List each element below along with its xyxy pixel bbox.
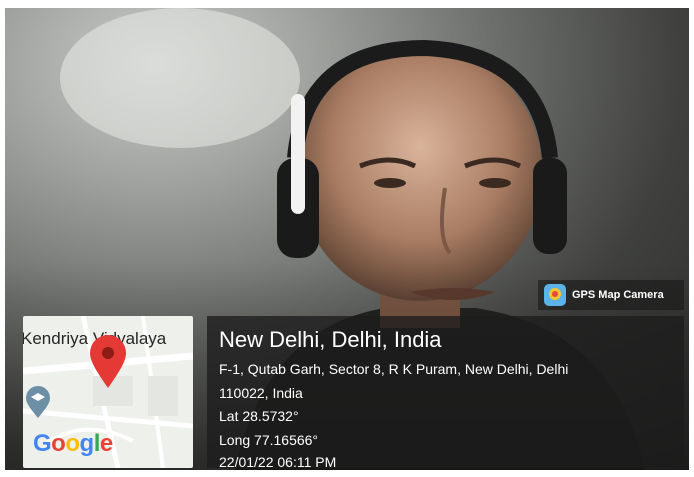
datetime: 22/01/22 06:11 PM bbox=[219, 454, 337, 470]
address-line-1: F-1, Qutab Garh, Sector 8, R K Puram, Ne… bbox=[219, 361, 569, 377]
school-icon bbox=[26, 386, 50, 418]
address-line-2: 110022, India bbox=[219, 385, 303, 401]
longitude: Long 77.16566° bbox=[219, 432, 319, 448]
map-pin-icon bbox=[90, 335, 126, 388]
gps-map-camera-app-icon bbox=[544, 284, 566, 306]
map-thumbnail: Kendriya Vidyalaya Google bbox=[23, 316, 193, 468]
gps-map-camera-badge: GPS Map Camera bbox=[538, 280, 684, 310]
location-info-panel: New Delhi, Delhi, India F-1, Qutab Garh,… bbox=[207, 316, 684, 470]
badge-label: GPS Map Camera bbox=[572, 289, 664, 301]
latitude: Lat 28.5732° bbox=[219, 408, 299, 424]
google-logo: Google bbox=[33, 430, 113, 457]
location-title: New Delhi, Delhi, India bbox=[219, 327, 442, 352]
